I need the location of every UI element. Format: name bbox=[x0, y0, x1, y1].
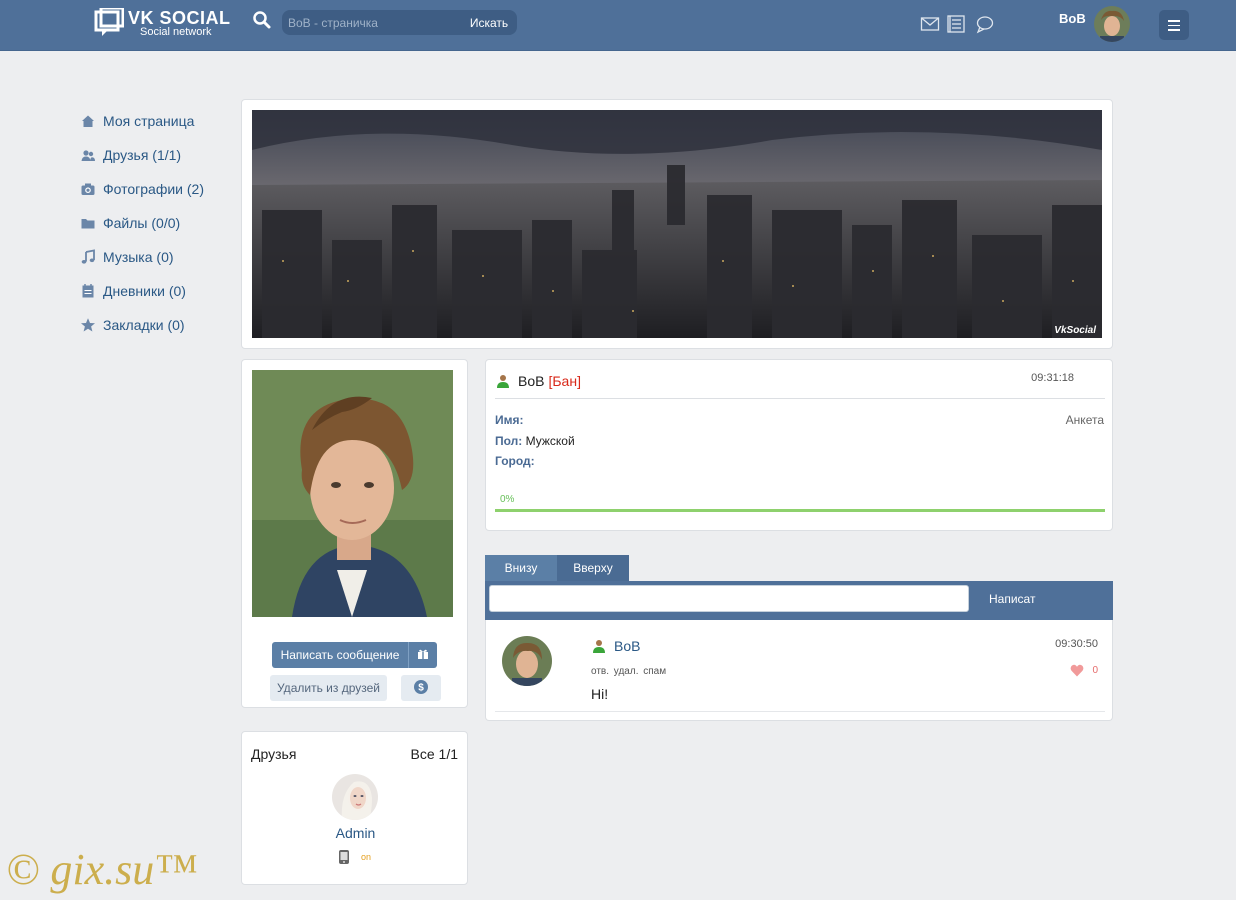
profile-progress-bar bbox=[495, 509, 1105, 512]
logo-icon bbox=[94, 8, 124, 36]
post-author-name: BoB bbox=[614, 638, 641, 654]
star-icon bbox=[81, 318, 95, 332]
logo-subtitle: Social network bbox=[140, 26, 212, 38]
search-box: Искать bbox=[282, 10, 517, 35]
music-icon bbox=[81, 249, 95, 264]
profile-time: 09:31:18 bbox=[1031, 372, 1074, 384]
progress-label: 0% bbox=[500, 494, 515, 505]
gift-button[interactable] bbox=[408, 642, 437, 668]
profile-header: BoB [Бан] bbox=[496, 373, 581, 389]
sidebar-item-files[interactable]: Файлы (0/0) bbox=[80, 206, 230, 240]
like-button[interactable]: 0 bbox=[1070, 664, 1098, 677]
cover-card: VkSocial bbox=[241, 99, 1113, 349]
search-input[interactable] bbox=[282, 10, 457, 35]
write-message-button[interactable]: Написать сообщение bbox=[272, 642, 408, 668]
heart-icon bbox=[1071, 664, 1084, 677]
wall-send-button[interactable]: Написат bbox=[989, 592, 1035, 606]
search-button[interactable]: Искать bbox=[461, 10, 517, 35]
like-count: 0 bbox=[1092, 665, 1098, 676]
profile-info-card: BoB [Бан] 09:31:18 Анкета Имя: Пол: Мужс… bbox=[485, 359, 1113, 531]
menu-button[interactable] bbox=[1159, 10, 1189, 40]
tab-top[interactable]: Вверху bbox=[557, 555, 629, 581]
wall-post: BoB отв. удал. спам 09:30:50 Hi! 0 bbox=[485, 620, 1113, 721]
camera-icon bbox=[81, 183, 95, 195]
post-avatar[interactable] bbox=[502, 636, 552, 686]
gift-icon bbox=[418, 649, 428, 659]
sidebar-item-label: Закладки (0) bbox=[103, 317, 185, 333]
field-name: Имя: bbox=[495, 413, 524, 427]
diary-icon bbox=[82, 284, 94, 298]
post-author[interactable]: BoB bbox=[592, 638, 640, 654]
chat-icon[interactable] bbox=[975, 14, 995, 34]
user-icon bbox=[593, 640, 605, 653]
field-value: Мужской bbox=[525, 434, 575, 448]
sidebar-item-label: Дневники (0) bbox=[103, 283, 186, 299]
field-city: Город: bbox=[495, 454, 535, 468]
field-label: Пол: bbox=[495, 434, 523, 448]
header-user-name[interactable]: BoB bbox=[1059, 11, 1086, 26]
money-icon: $ bbox=[414, 679, 428, 694]
friend-avatar[interactable] bbox=[332, 774, 378, 820]
friend-name[interactable]: Admin bbox=[242, 825, 469, 841]
search-icon[interactable] bbox=[252, 10, 272, 30]
home-icon bbox=[82, 115, 94, 127]
divider bbox=[495, 711, 1105, 712]
money-button[interactable]: $ bbox=[401, 675, 441, 701]
folder-icon bbox=[81, 219, 95, 229]
friends-title[interactable]: Друзья bbox=[251, 746, 296, 762]
remove-friend-button[interactable]: Удалить из друзей bbox=[270, 675, 387, 701]
cover-image: VkSocial bbox=[252, 110, 1102, 338]
profile-card: Написать сообщение Удалить из друзей $ bbox=[241, 359, 468, 708]
sidebar-item-label: Музыка (0) bbox=[103, 249, 174, 265]
sidebar-item-my-page[interactable]: Моя страница bbox=[80, 104, 230, 138]
wall-tabs: Внизу Вверху bbox=[485, 555, 629, 581]
friends-card: Друзья Все 1/1 Admin on bbox=[241, 731, 468, 885]
cover-brand: VkSocial bbox=[1054, 325, 1096, 336]
top-bar: VK SOCIAL Social network Искать BoB bbox=[0, 0, 1236, 51]
user-icon bbox=[497, 375, 509, 388]
divider bbox=[495, 398, 1105, 399]
wall-post-input[interactable] bbox=[489, 585, 969, 612]
profile-name: BoB bbox=[518, 373, 545, 389]
watermark: © gix.su™ bbox=[6, 845, 198, 894]
field-label: Город: bbox=[495, 454, 535, 468]
sidebar-item-bookmarks[interactable]: Закладки (0) bbox=[80, 308, 230, 342]
mail-icon[interactable] bbox=[920, 14, 940, 34]
post-actions[interactable]: отв. удал. спам bbox=[591, 666, 666, 677]
friends-all-link[interactable]: Все 1/1 bbox=[411, 746, 458, 762]
sidebar-nav: Моя страница Друзья (1/1) Фотографии (2)… bbox=[80, 104, 230, 342]
field-label: Имя: bbox=[495, 413, 524, 427]
site-logo[interactable]: VK SOCIAL Social network bbox=[94, 6, 234, 42]
friends-icon bbox=[81, 150, 95, 161]
tab-bottom[interactable]: Внизу bbox=[485, 555, 557, 581]
friend-status: on bbox=[361, 852, 372, 862]
sidebar-item-label: Друзья (1/1) bbox=[103, 147, 182, 163]
field-gender: Пол: Мужской bbox=[495, 434, 575, 448]
news-icon[interactable] bbox=[946, 14, 966, 34]
sidebar-item-label: Фотографии (2) bbox=[103, 181, 205, 197]
mobile-status-icon bbox=[339, 850, 349, 864]
sidebar-item-music[interactable]: Музыка (0) bbox=[80, 240, 230, 274]
profile-photo[interactable] bbox=[252, 370, 453, 617]
sidebar-item-diaries[interactable]: Дневники (0) bbox=[80, 274, 230, 308]
post-time: 09:30:50 bbox=[1055, 638, 1098, 650]
post-text: Hi! bbox=[591, 686, 609, 702]
ban-link[interactable]: [Бан] bbox=[548, 373, 580, 389]
sidebar-item-friends[interactable]: Друзья (1/1) bbox=[80, 138, 230, 172]
sidebar-item-label: Моя страница bbox=[103, 113, 195, 129]
anketa-link[interactable]: Анкета bbox=[1066, 413, 1104, 427]
wall-compose-bar: Написат bbox=[485, 581, 1113, 620]
svg-text:$: $ bbox=[418, 682, 424, 693]
sidebar-item-photos[interactable]: Фотографии (2) bbox=[80, 172, 230, 206]
sidebar-item-label: Файлы (0/0) bbox=[103, 215, 181, 231]
header-avatar[interactable] bbox=[1094, 6, 1130, 42]
